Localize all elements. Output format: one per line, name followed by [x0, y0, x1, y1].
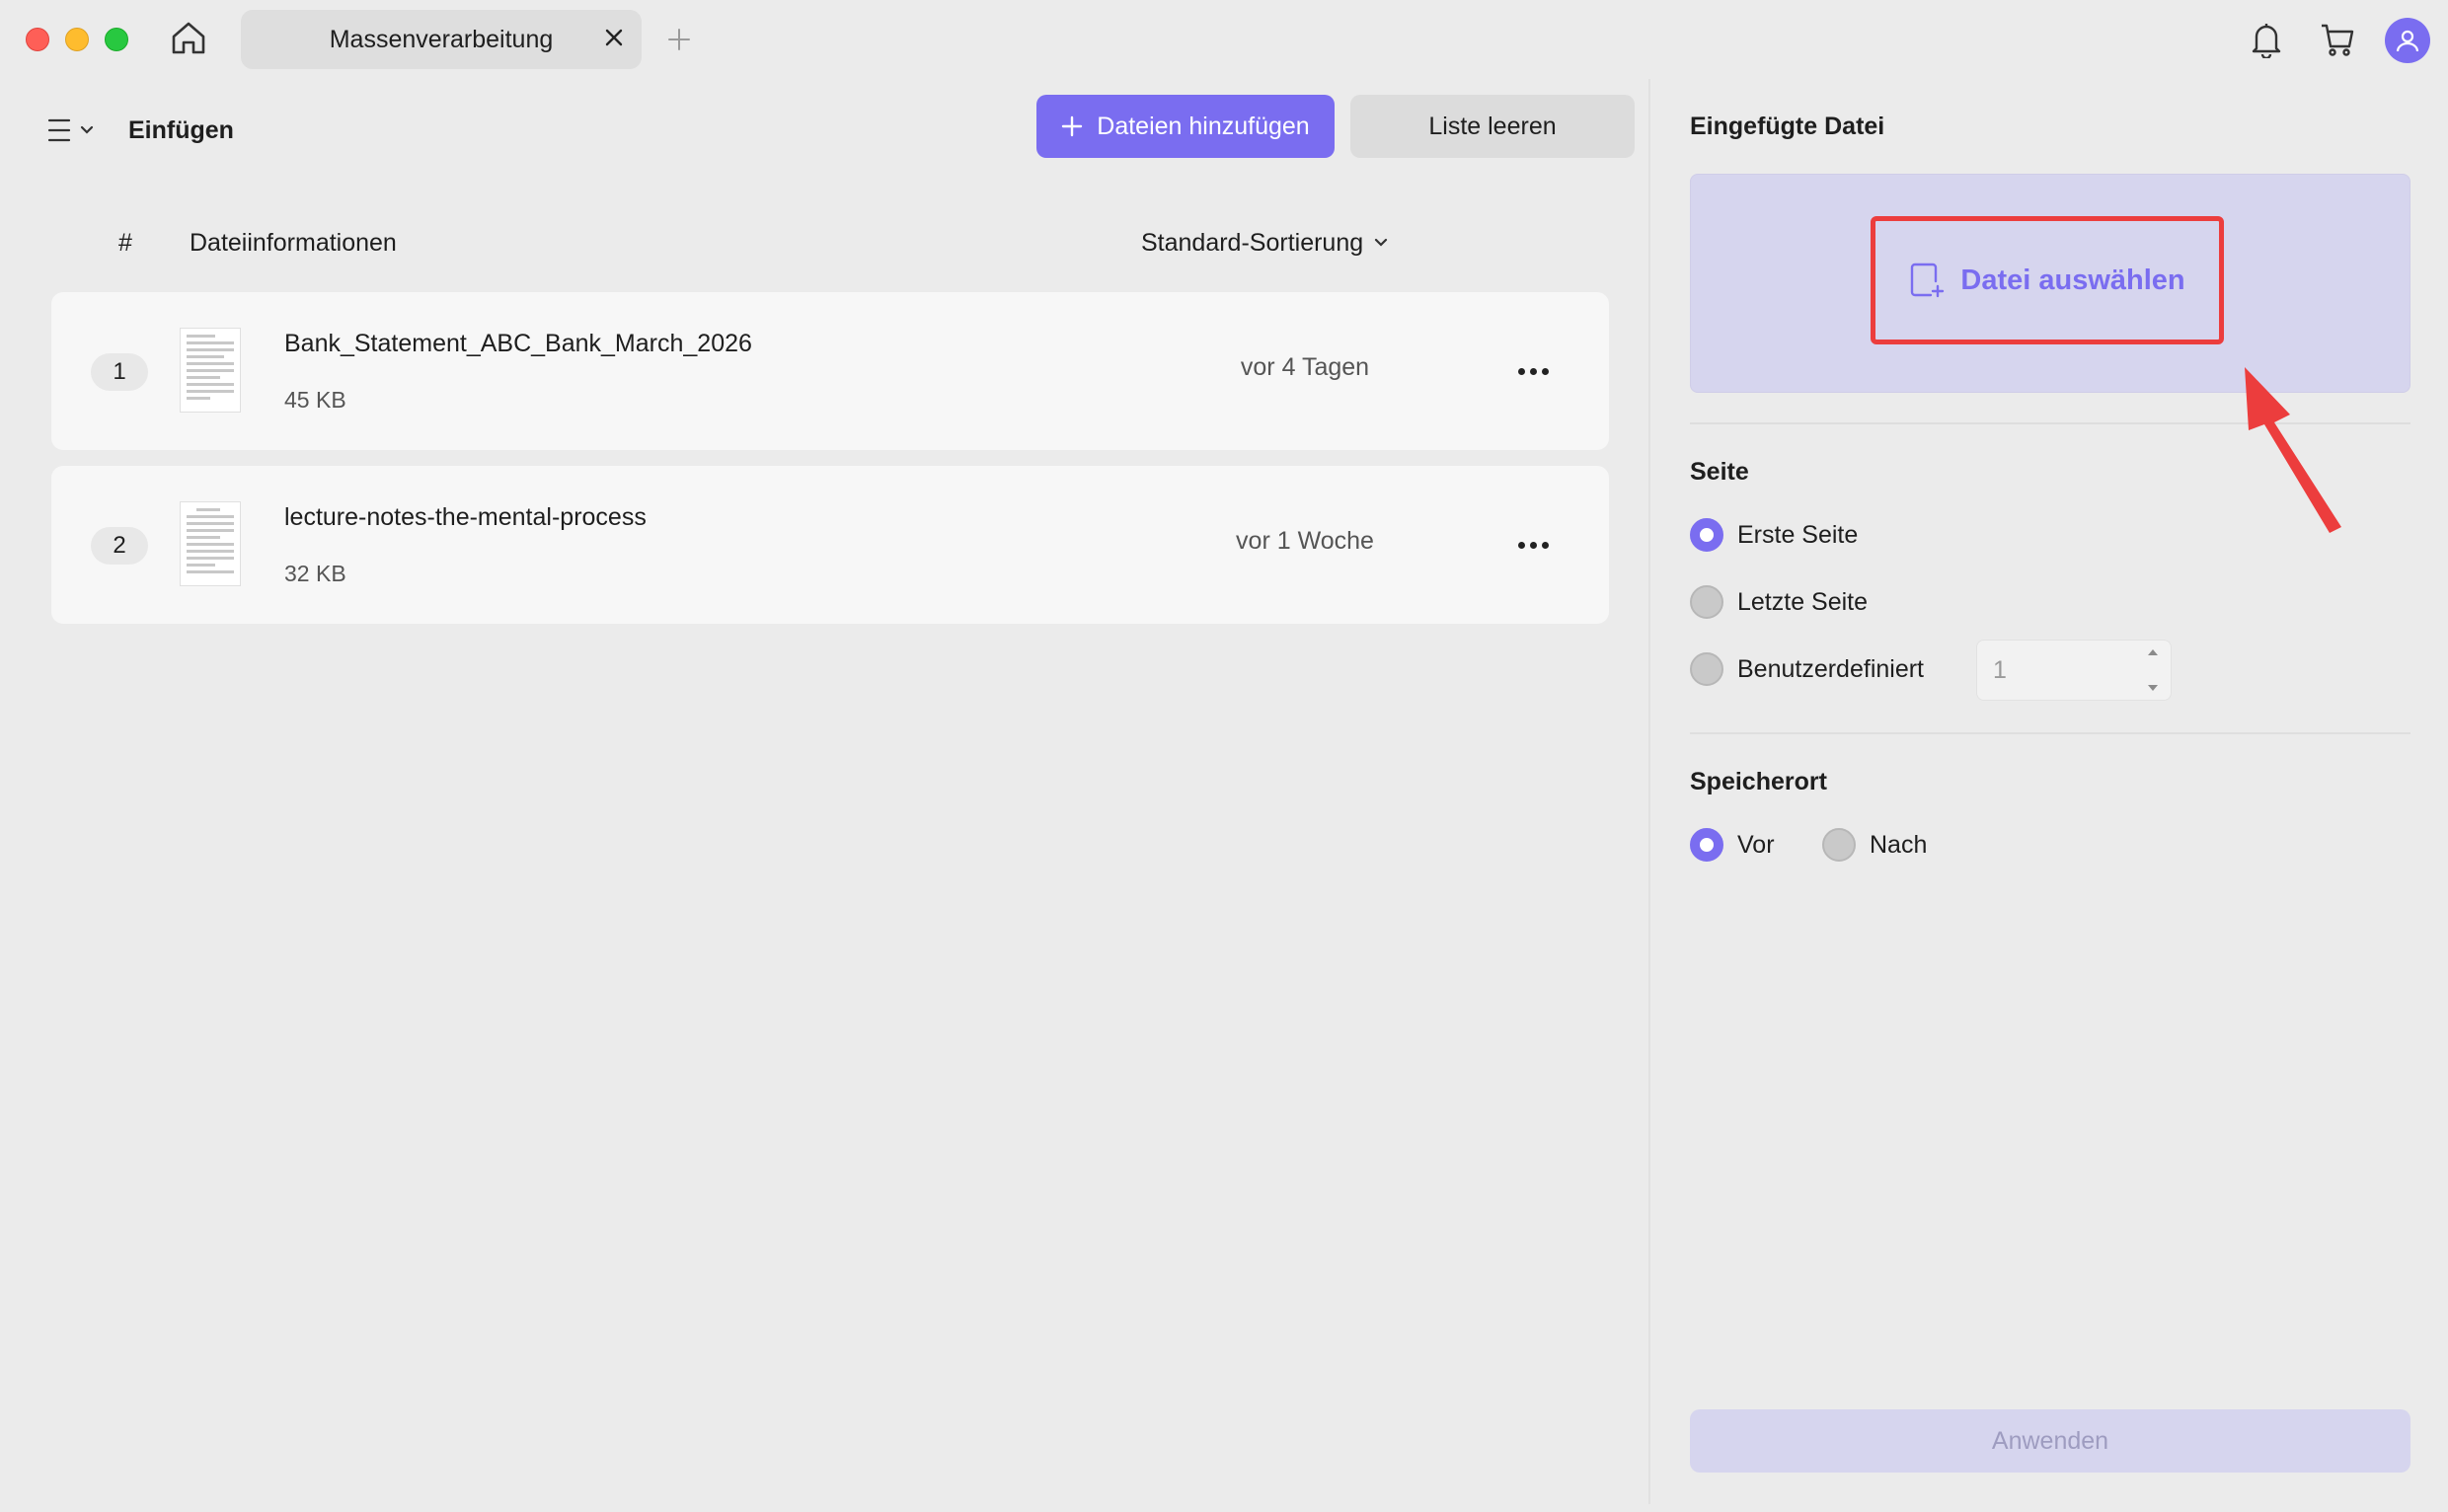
tab-label: Massenverarbeitung: [329, 26, 554, 53]
row-number: 1: [91, 353, 148, 391]
more-options-icon[interactable]: [1510, 527, 1556, 563]
radio-after[interactable]: Nach: [1822, 825, 1927, 865]
page-title: Einfügen: [128, 116, 234, 144]
window-zoom-button[interactable]: [105, 28, 128, 51]
apply-button[interactable]: Anwenden: [1690, 1409, 2410, 1473]
radio-first-page[interactable]: Erste Seite: [1690, 515, 1858, 555]
file-name: lecture-notes-the-mental-process: [284, 503, 647, 531]
file-size: 45 KB: [284, 387, 346, 413]
radio-button[interactable]: [1690, 518, 1723, 552]
select-file-button[interactable]: Datei auswählen: [1871, 216, 2224, 344]
divider: [1690, 732, 2410, 734]
tab-massenverarbeitung[interactable]: Massenverarbeitung: [241, 10, 642, 69]
file-thumbnail: [180, 501, 241, 586]
column-header-info: Dateiinformationen: [190, 229, 397, 257]
custom-page-stepper[interactable]: 1: [1976, 640, 2172, 701]
radio-label: Nach: [1870, 830, 1928, 859]
stepper-arrows[interactable]: [2145, 648, 2161, 692]
sort-dropdown[interactable]: Standard-Sortierung: [1141, 223, 1389, 263]
row-number: 2: [91, 527, 148, 565]
table-row[interactable]: 2 lecture-notes-the-mental-process 32 KB…: [51, 466, 1609, 624]
add-file-icon: [1911, 263, 1945, 298]
radio-label: Vor: [1737, 830, 1775, 859]
radio-button[interactable]: [1822, 828, 1856, 862]
add-files-button[interactable]: Dateien hinzufügen: [1036, 95, 1335, 158]
chevron-down-icon: [1375, 238, 1388, 247]
window-close-button[interactable]: [26, 28, 49, 51]
annotation-arrow-icon: [2245, 367, 2341, 533]
title-bar: Massenverarbeitung: [0, 0, 2448, 79]
file-date: vor 4 Tagen: [1240, 353, 1370, 381]
chevron-down-icon[interactable]: [2147, 684, 2159, 692]
plus-icon: [1062, 115, 1083, 137]
file-date: vor 1 Woche: [1236, 527, 1374, 555]
file-size: 32 KB: [284, 561, 346, 586]
plus-icon[interactable]: [663, 24, 695, 55]
inserted-file-title: Eingefügte Datei: [1690, 113, 1885, 140]
radio-label: Letzte Seite: [1737, 587, 1869, 616]
add-files-label: Dateien hinzufügen: [1097, 112, 1310, 140]
apply-label: Anwenden: [1991, 1426, 2109, 1455]
file-name: Bank_Statement_ABC_Bank_March_2026: [284, 330, 752, 357]
bell-icon[interactable]: [2245, 18, 2288, 61]
user-icon[interactable]: [2385, 18, 2430, 63]
radio-last-page[interactable]: Letzte Seite: [1690, 582, 1868, 622]
radio-label: Benutzerdefiniert: [1737, 654, 1925, 683]
radio-button[interactable]: [1690, 652, 1723, 686]
more-options-icon[interactable]: [1510, 353, 1556, 389]
home-icon[interactable]: [166, 16, 211, 61]
chevron-up-icon[interactable]: [2147, 648, 2159, 656]
list-menu-icon: [47, 118, 71, 142]
page-section-title: Seite: [1690, 458, 1749, 486]
menu-button[interactable]: [47, 111, 115, 150]
table-row[interactable]: 1 Bank_Statement_ABC_Bank_March_2026 45 …: [51, 292, 1609, 450]
file-list-panel: Einfügen Dateien hinzufügen Liste leeren…: [8, 79, 1650, 1504]
radio-button[interactable]: [1690, 828, 1723, 862]
clear-list-label: Liste leeren: [1428, 112, 1557, 140]
clear-list-button[interactable]: Liste leeren: [1350, 95, 1635, 158]
sort-label: Standard-Sortierung: [1141, 228, 1364, 257]
radio-custom-page[interactable]: Benutzerdefiniert: [1690, 649, 1924, 689]
radio-label: Erste Seite: [1737, 520, 1859, 549]
column-header-number: #: [118, 229, 132, 257]
chevron-down-icon: [80, 125, 94, 134]
close-icon[interactable]: [600, 24, 628, 51]
settings-panel: Eingefügte Datei Datei auswählen Seite E…: [1660, 79, 2440, 1504]
radio-before[interactable]: Vor: [1690, 825, 1775, 865]
radio-button[interactable]: [1690, 585, 1723, 619]
window-minimize-button[interactable]: [65, 28, 89, 51]
cart-icon[interactable]: [2316, 18, 2359, 61]
file-thumbnail: [180, 328, 241, 413]
custom-page-value: 1: [1993, 656, 2007, 684]
select-file-label: Datei auswählen: [1960, 264, 2185, 296]
location-section-title: Speicherort: [1690, 768, 1827, 795]
